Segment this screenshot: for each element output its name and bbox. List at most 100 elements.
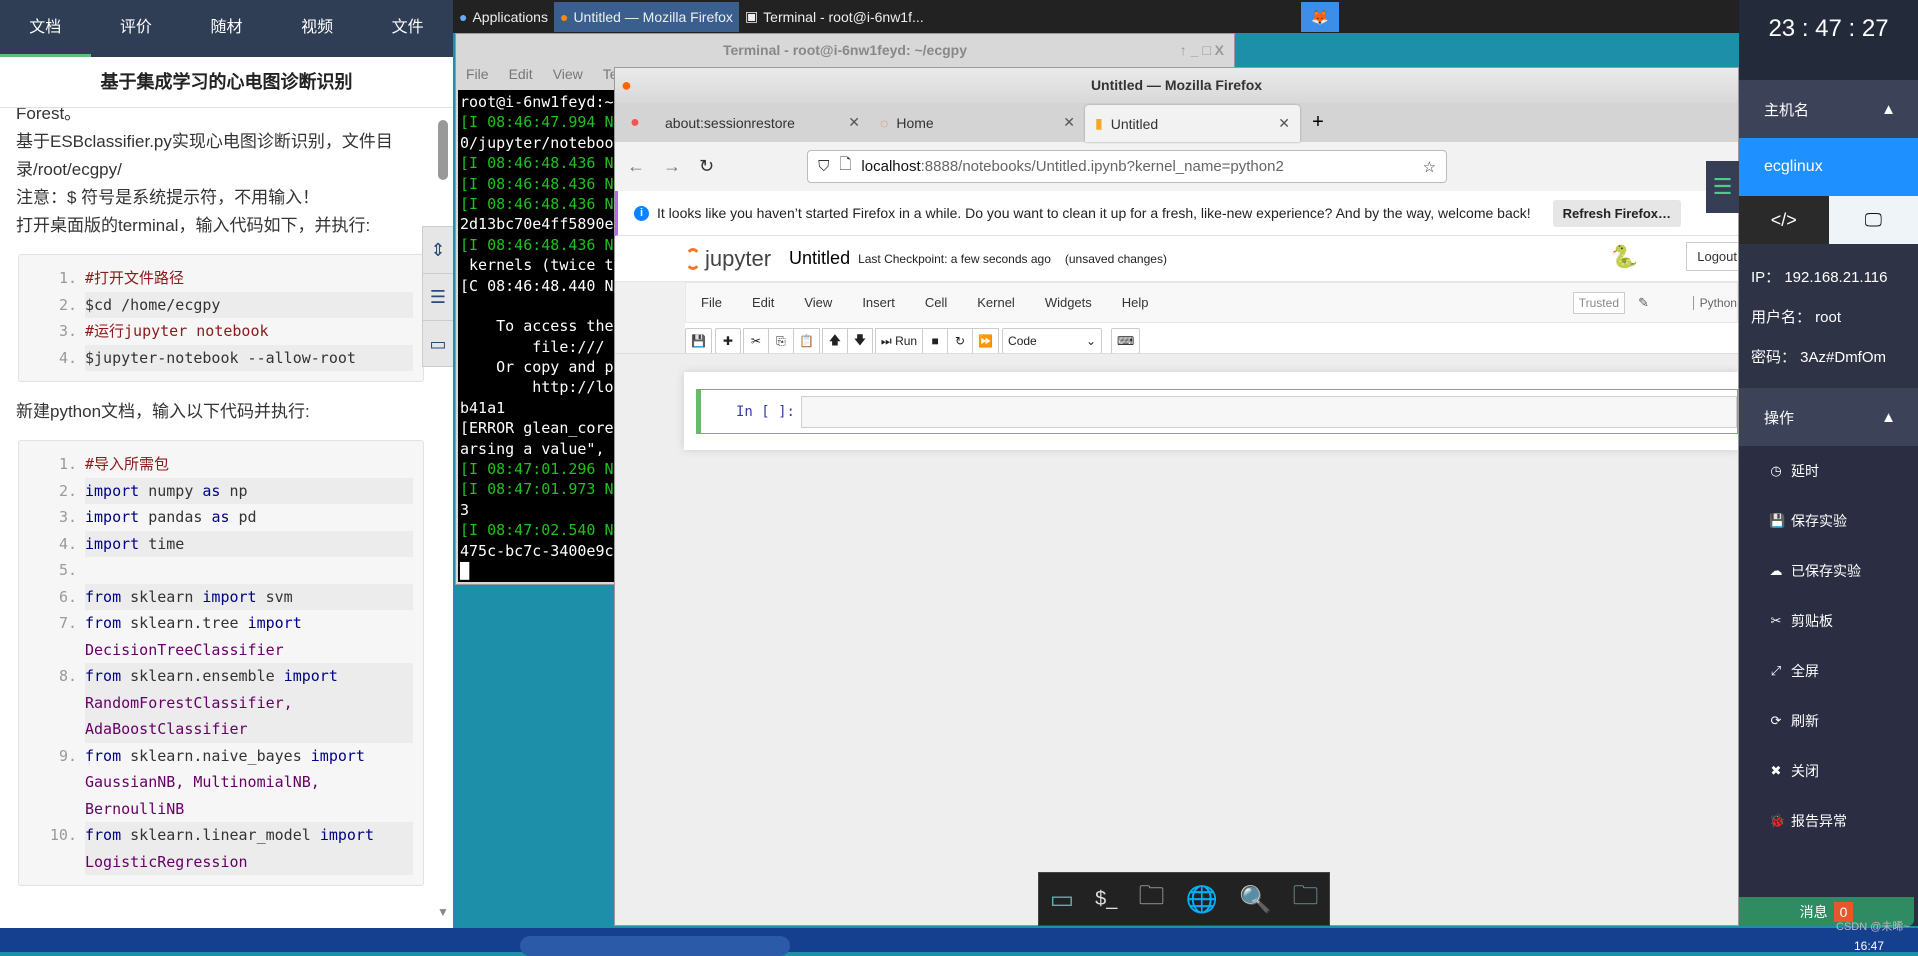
move-up-icon[interactable]: 🡅 [822,328,848,354]
terminal-icon[interactable]: $_ [1095,888,1117,911]
edit-pencil-icon[interactable]: ✎ [1638,295,1649,311]
code-block: 1.#打开文件路径2.$cd /home/ecgpy3.#运行jupyter n… [18,254,424,382]
desktop-view-icon[interactable]: 🖵 [1829,196,1918,244]
doc-paragraph: 基于ESBclassifier.py实现心电图诊断识别，文件目录/root/ec… [16,128,424,184]
task-firefox[interactable]: ●Untitled — Mozilla Firefox [554,2,739,32]
doc-panel: 文档 评价 随材 视频 文件 基于集成学习的心电图诊断识别 Forest。 基于… [0,0,453,928]
clock-icon: ◷ [1769,463,1783,479]
tab-home[interactable]: ◌Home✕ [870,103,1085,142]
op-refresh[interactable]: ⟳刷新 [1739,696,1918,746]
menu-insert[interactable]: Insert [847,295,910,310]
close-tab-icon[interactable]: ✕ [1278,115,1290,132]
close-icon: ✖ [1769,763,1783,779]
cell-input[interactable] [801,396,1737,428]
search-icon[interactable]: 🔍 [1239,884,1271,915]
op-scissors[interactable]: ✂剪贴板 [1739,596,1918,646]
window-icon[interactable]: ▭ [423,321,453,368]
op-save[interactable]: 💾保存实验 [1739,496,1918,546]
taskbar-search[interactable] [520,936,790,956]
forward-icon[interactable]: → [663,156,681,177]
op-bug[interactable]: 🐞报告异常 [1739,796,1918,846]
expand-collapse-icon[interactable]: ⇕ [423,227,453,274]
stop-icon[interactable]: ■ [922,328,948,354]
insert-cell-icon[interactable]: ✚ [715,328,741,354]
logout-button[interactable]: Logout [1686,242,1739,271]
tab-review[interactable]: 评价 [91,0,182,57]
copy-icon[interactable]: ⎘ [768,328,794,354]
menu-file[interactable]: File [686,295,737,310]
menu-view[interactable]: View [789,295,847,310]
hamburger-menu-icon[interactable]: ☰ [1706,161,1739,213]
firefox-view-icon[interactable]: ● [615,103,655,142]
move-down-icon[interactable]: 🡇 [847,328,873,354]
terminal-menu-view[interactable]: View [553,66,583,88]
doc-tabs: 文档 评价 随材 视频 文件 [0,0,453,57]
trusted-badge[interactable]: Trusted [1573,292,1625,314]
reload-icon[interactable]: ↻ [699,156,714,177]
tab-materials[interactable]: 随材 [181,0,272,57]
refresh-firefox-button[interactable]: Refresh Firefox… [1553,200,1681,227]
paste-icon[interactable]: 📋 [793,328,820,354]
terminal-menu-edit[interactable]: Edit [509,66,533,88]
url-bar[interactable]: ⛉🗋 localhost:8888/notebooks/Untitled.ipy… [807,150,1447,183]
code-token: #运行jupyter notebook [85,322,269,340]
session-clock: 23 : 47 : 27 [1739,0,1918,80]
menu-cell[interactable]: Cell [910,295,962,310]
tab-video[interactable]: 视频 [272,0,363,57]
cut-icon[interactable]: ✂ [743,328,769,354]
command-palette-icon[interactable]: ⌨ [1111,328,1140,354]
web-browser-icon[interactable]: 🌐 [1186,884,1218,915]
code-view-icon[interactable]: </> [1739,196,1829,244]
autosave-status: (unsaved changes) [1065,252,1167,266]
close-tab-icon[interactable]: ✕ [1063,114,1075,131]
notebook-name[interactable]: Untitled [789,248,850,269]
scroll-down-arrow-icon[interactable]: ▼ [437,905,449,919]
menu-kernel[interactable]: Kernel [962,295,1030,310]
jupyter-logo[interactable]: jupyter [685,246,771,272]
op-clock[interactable]: ◷延时 [1739,446,1918,496]
windows-taskbar [0,928,1918,952]
nav-bar: ← → ↻ ⛉🗋 localhost:8888/notebooks/Untitl… [615,142,1738,191]
applications-menu[interactable]: ●Applications [453,2,554,32]
tab-sessionrestore[interactable]: about:sessionrestore✕ [655,103,870,142]
op-close[interactable]: ✖关闭 [1739,746,1918,796]
task-terminal[interactable]: ▣Terminal - root@i-6nw1f... [739,2,930,32]
menu-edit[interactable]: Edit [737,295,789,310]
close-tab-icon[interactable]: ✕ [848,114,860,131]
host-name[interactable]: ecglinux [1739,138,1918,196]
fast-forward-icon[interactable]: ⏩ [972,328,999,354]
line-number: 1. [19,265,85,292]
op-cloud[interactable]: ☁已保存实验 [1739,546,1918,596]
code-cell[interactable]: In [ ]: [696,389,1738,434]
tab-docs[interactable]: 文档 [0,0,91,57]
doc-paragraph: 注意：$ 符号是系统提示符，不用输入！ [16,184,424,212]
folder-icon[interactable]: 🗀 [1292,877,1318,921]
ops-section-header[interactable]: 操作▲ [1739,388,1918,446]
code-token: sklearn.ensemble [121,667,284,685]
bug-icon: 🐞 [1769,813,1783,829]
host-section-header[interactable]: 主机名▲ [1739,80,1918,138]
op-fullscreen[interactable]: ⤢全屏 [1739,646,1918,696]
bookmark-star-icon[interactable]: ☆ [1423,158,1436,176]
window-controls-icon[interactable]: ↑ _ □ X [1180,34,1224,66]
firefox-window: ● Untitled — Mozilla Firefox ● about:ses… [614,67,1739,926]
back-icon[interactable]: ← [627,156,645,177]
save-icon[interactable]: 💾 [685,328,712,354]
run-button[interactable]: ⏭ Run [875,328,923,354]
restart-icon[interactable]: ↻ [947,328,973,354]
terminal-menu-file[interactable]: File [466,66,489,88]
line-number: 10. [19,822,85,875]
home-folder-icon[interactable]: 🗀 [1138,877,1164,921]
workspace-firefox-icon[interactable]: 🦊 [1301,2,1339,32]
shield-icon[interactable]: ⛉ [818,158,829,175]
outdent-icon[interactable]: ☰ [423,274,453,321]
cell-type-select[interactable]: Code⌄ [1002,328,1102,354]
new-tab-button[interactable]: + [1300,103,1336,142]
menu-help[interactable]: Help [1107,295,1164,310]
scrollbar-thumb[interactable] [438,120,448,180]
menu-widgets[interactable]: Widgets [1030,295,1107,310]
show-desktop-icon[interactable]: ▭ [1050,884,1075,915]
tab-untitled[interactable]: ▮Untitled✕ [1085,105,1300,142]
code-line: 3.#运行jupyter notebook [19,318,413,345]
tab-files[interactable]: 文件 [362,0,453,57]
